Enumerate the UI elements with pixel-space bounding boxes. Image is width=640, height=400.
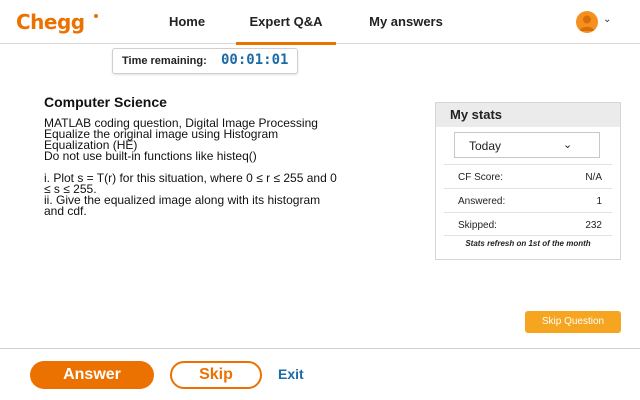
time-remaining-label: Time remaining: [122,55,207,67]
stat-label: Skipped: [458,220,497,231]
question-line: ii. Give the equalized image along with … [44,193,321,207]
time-remaining-value: 00:01:01 [221,52,289,68]
stat-value: 1 [596,196,602,207]
stat-row-answered: Answered: 1 [444,188,612,212]
question-line: and cdf. [44,204,87,218]
stat-row-skipped: Skipped: 232 [444,212,612,236]
question-body: MATLAB coding question, Digital Image Pr… [44,117,414,218]
account-chevron-down-icon[interactable]: ⌄ [603,14,611,25]
stat-label: CF Score: [458,172,504,183]
chevron-down-icon: ⌄ [563,139,573,151]
answer-action-bar: Answer Skip Exit [0,348,640,400]
skip-button[interactable]: Skip [170,361,262,389]
stats-period-select[interactable]: Today ⌄ [454,132,600,158]
chegg-logo[interactable]: Chegg [16,10,85,34]
logo-dot [94,14,98,18]
exit-link[interactable]: Exit [278,366,304,382]
stat-label: Answered: [458,196,506,207]
stat-row-cf-score: CF Score: N/A [444,164,612,188]
stat-value: 232 [585,220,602,231]
time-remaining-box: Time remaining: 00:01:01 [112,48,298,74]
stat-value: N/A [585,172,602,183]
question-line: i. Plot s = T(r) for this situation, whe… [44,171,337,185]
stats-period-value: Today [469,139,502,153]
top-nav-bar: Chegg Home Expert Q&A My answers ⌄ [0,0,640,45]
answer-button[interactable]: Answer [30,361,154,389]
my-stats-title: My stats [450,107,503,122]
question-line: Do not use built-in functions like histe… [44,149,257,163]
nav-my-answers[interactable]: My answers [358,0,454,44]
stats-refresh-note: Stats refresh on 1st of the month [444,235,612,248]
skip-question-button[interactable]: Skip Question [525,311,621,333]
my-stats-panel: My stats Today ⌄ CF Score: N/A Answered:… [435,102,621,260]
my-stats-header: My stats [436,103,620,127]
nav-home[interactable]: Home [158,0,216,44]
question-subject: Computer Science [44,94,167,110]
nav-expert-qa[interactable]: Expert Q&A [236,0,336,45]
user-avatar-icon[interactable] [576,11,598,33]
